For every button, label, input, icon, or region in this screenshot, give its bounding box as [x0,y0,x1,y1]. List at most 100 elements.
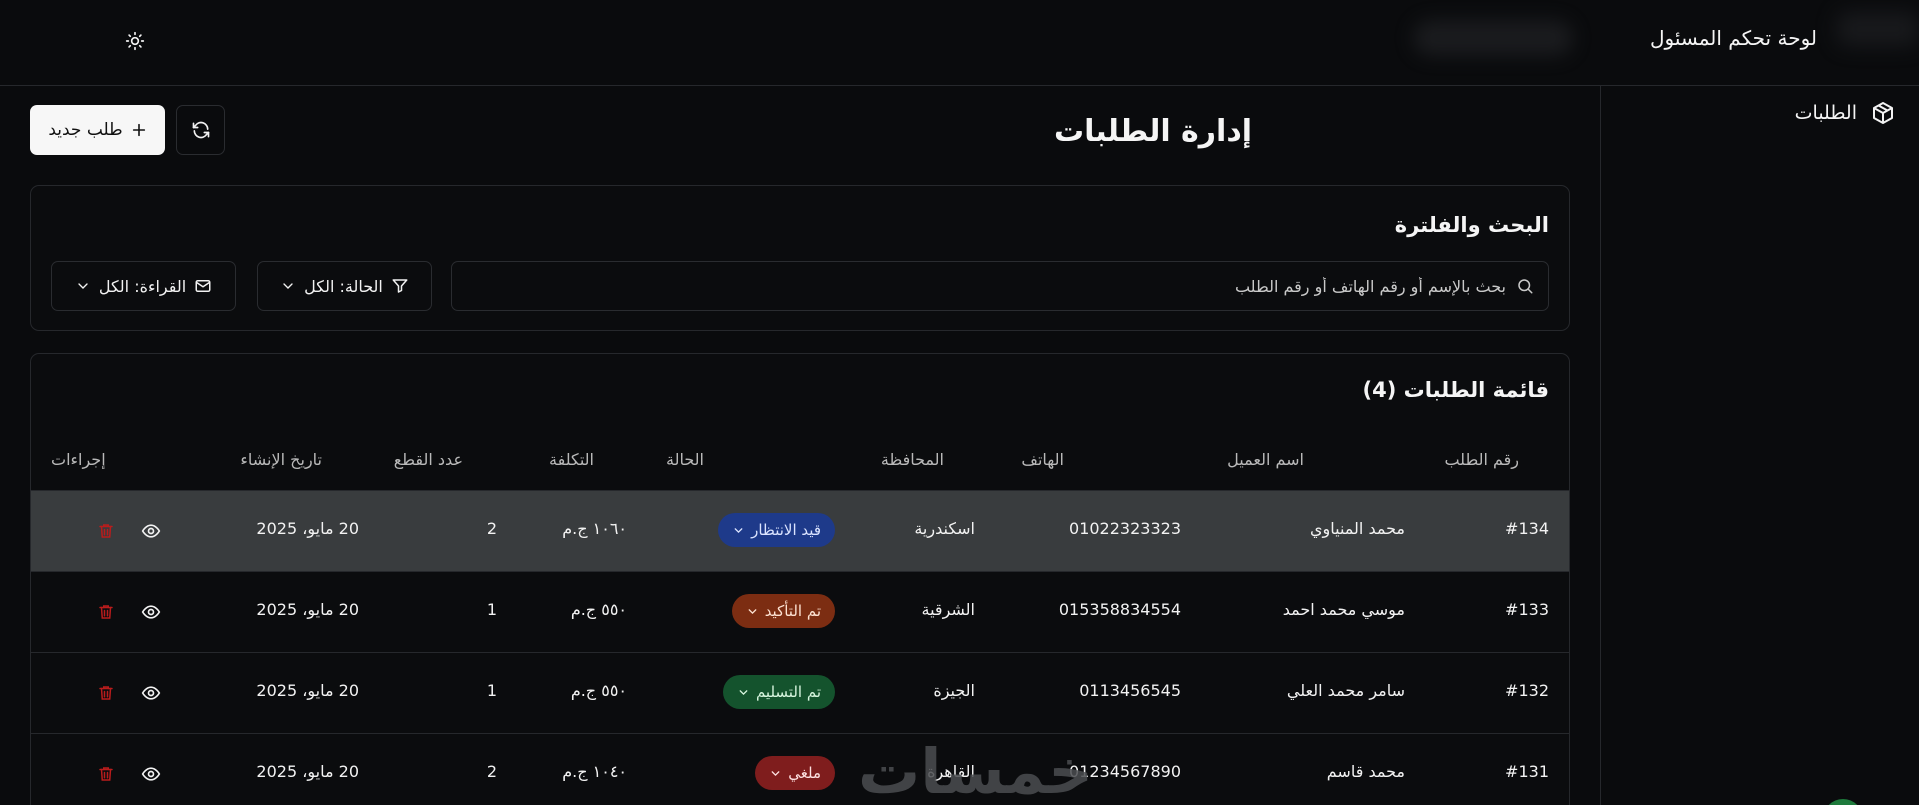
status-badge[interactable]: تم التسليم [722,675,835,709]
read-filter-dropdown[interactable]: القراءة: الكل [51,261,236,311]
chevron-down-icon [739,689,748,695]
created-date: 20 مايو، 2025 [256,762,359,781]
status-badge[interactable]: قيد الانتظار [718,513,835,547]
search-icon [1518,279,1533,294]
chevron-down-icon [748,608,757,614]
customer-phone: 0113456545 [1079,681,1181,700]
status-filter-label: الحالة: الكل [304,276,383,296]
view-button[interactable] [139,681,163,705]
order-cost: ٥٥٠ ج.م [570,681,627,700]
order-id: #132 [1505,681,1549,700]
search-box[interactable] [451,261,1549,311]
eye-icon [141,605,161,619]
orders-list-title: قائمة الطلبات (4) [1362,378,1549,402]
chevron-down-icon [283,283,293,289]
filter-card-title: البحث والفلترة [1394,213,1549,237]
watermark-logo: خمسات [858,735,1093,805]
customer-name: سامر محمد العلي [1286,681,1405,700]
table-row[interactable]: #132 سامر محمد العلي 0113456545 الجيزة ت… [31,652,1569,733]
order-id: #134 [1505,519,1549,538]
order-cost: ٥٥٠ ج.م [570,600,627,619]
customer-name: محمد المنياوي [1310,519,1405,538]
column-header-id: رقم الطلب [1444,450,1519,469]
piece-count: 1 [486,681,497,700]
piece-count: 2 [486,519,497,538]
chevron-down-icon [78,283,88,289]
main-content: إدارة الطلبات طلب جديد البحث والفلترة ال… [0,86,1600,805]
page-title: إدارة الطلبات [1053,114,1252,149]
table-row[interactable]: #131 محمد قاسم 01234567890 القاهرة ملغي … [31,733,1569,805]
status-label: قيد الانتظار [751,521,821,539]
sidebar-item-orders[interactable]: الطلبات [1795,98,1895,128]
filter-icon [392,279,408,293]
delete-button[interactable] [94,600,118,624]
column-header-status: الحالة [666,450,704,469]
customer-phone: 015358834554 [1058,600,1181,619]
order-id: #131 [1505,762,1549,781]
trash-icon [99,686,113,700]
delete-button[interactable] [94,762,118,786]
top-bar: لوحة تحكم المسئول [0,0,1919,86]
mail-icon [195,280,211,292]
order-cost: ١٠٦٠ ج.م [562,519,627,538]
refresh-button[interactable] [176,105,225,155]
column-header-created: تاريخ الإنشاء [240,450,322,469]
plus-icon [132,123,145,137]
column-header-cost: التكلفة [549,450,594,469]
delete-button[interactable] [94,681,118,705]
app-title: لوحة تحكم المسئول [1649,26,1817,50]
created-date: 20 مايو، 2025 [256,681,359,700]
eye-icon [141,686,161,700]
table-row[interactable]: #134 محمد المنياوي 01022323323 اسكندرية … [31,490,1569,571]
status-badge[interactable]: تم التأكيد [731,594,835,628]
chevron-down-icon [734,527,743,533]
sidebar-item-label: الطلبات [1794,102,1857,124]
trash-icon [99,605,113,619]
view-button[interactable] [139,600,163,624]
refresh-icon [192,121,209,139]
trash-icon [99,524,113,538]
created-date: 20 مايو، 2025 [256,600,359,619]
order-cost: ١٠٤٠ ج.م [562,762,627,781]
piece-count: 1 [486,600,497,619]
table-row[interactable]: #133 موسي محمد احمد 015358834554 الشرقية… [31,571,1569,652]
blurred-user-info [1413,20,1573,56]
customer-phone: 01022323323 [1069,519,1181,538]
read-filter-label: القراءة: الكل [98,276,187,296]
search-input[interactable] [452,276,1506,296]
column-header-governorate: المحافظة [880,450,944,469]
status-filter-dropdown[interactable]: الحالة: الكل [257,261,432,311]
search-filter-card: البحث والفلترة الحالة: الكل القراءة: الك… [30,185,1570,331]
status-label: ملغي [788,764,821,782]
eye-icon [141,767,161,781]
status-label: تم التسليم [755,683,821,701]
orders-list-card: قائمة الطلبات (4) رقم الطلب اسم العميل ا… [30,353,1570,805]
created-date: 20 مايو، 2025 [256,519,359,538]
box-icon [1873,102,1893,124]
column-header-actions: إجراءات [51,450,106,469]
eye-icon [141,524,161,538]
governorate: الشرقية [921,600,975,619]
delete-button[interactable] [94,519,118,543]
view-button[interactable] [139,519,163,543]
new-order-button[interactable]: طلب جديد [30,105,165,155]
view-button[interactable] [139,762,163,786]
blurred-avatar [1837,12,1919,46]
status-badge[interactable]: ملغي [755,756,835,790]
sun-icon [125,31,145,51]
order-id: #133 [1505,600,1549,619]
new-order-label: طلب جديد [48,120,123,140]
status-label: تم التأكيد [764,602,821,620]
theme-toggle-button[interactable] [122,28,148,54]
governorate: الجيزة [933,681,975,700]
governorate: اسكندرية [914,519,975,538]
piece-count: 2 [486,762,497,781]
chevron-down-icon [771,770,780,776]
table-header: رقم الطلب اسم العميل الهاتف المحافظة الح… [31,434,1569,490]
column-header-phone: الهاتف [1021,450,1064,469]
trash-icon [99,767,113,781]
column-header-pieces: عدد القطع [393,450,463,469]
customer-name: موسي محمد احمد [1282,600,1405,619]
customer-name: محمد قاسم [1326,762,1405,781]
column-header-customer: اسم العميل [1227,450,1304,469]
